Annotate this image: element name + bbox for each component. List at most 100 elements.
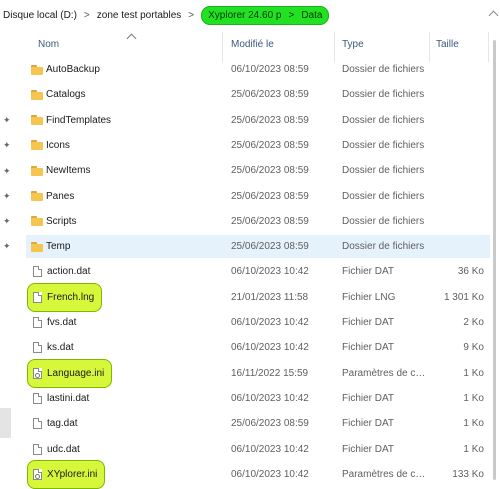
type-cell: Fichier DAT [342, 266, 395, 278]
list-item[interactable]: Icons 25/06/2023 08:59 Dossier de fichiers [26, 134, 490, 157]
column-header: Nom Modifié le Type Taille [26, 32, 490, 62]
file-name: Panes [31, 185, 74, 208]
type-cell: Dossier de fichiers [342, 64, 425, 75]
chevron-right-icon[interactable]: > [289, 10, 295, 21]
file-name: FindTemplates [31, 109, 111, 132]
column-modified-header[interactable]: Modifié le [231, 32, 274, 58]
file-name-label: French.lng [47, 291, 95, 303]
folder-icon [31, 140, 43, 151]
breadcrumb-item-drive[interactable]: Disque local (D:) [3, 10, 77, 21]
breadcrumb-highlight: Xyplorer 24.60 p > Data [201, 5, 330, 25]
name-cell: tag.dat [31, 412, 221, 435]
list-item[interactable]: AutoBackup 06/10/2023 08:59 Dossier de fic… [26, 58, 490, 81]
file-name: ks.dat [31, 336, 74, 359]
file-name-label: udc.dat [47, 443, 80, 455]
modified-cell: 06/10/2023 10:42 [231, 317, 309, 328]
name-cell: AutoBackup [31, 58, 221, 81]
name-cell: fvs.dat [31, 311, 221, 334]
list-item[interactable]: French.lng 21/01/2023 11:58 Fichier LNG 1 3… [26, 282, 490, 312]
column-name-header[interactable]: Nom [38, 32, 59, 58]
name-cell: udc.dat [31, 438, 221, 461]
list-item[interactable]: XYplorer.ini 06/10/2023 10:42 Paramètres d… [26, 459, 490, 489]
chevron-right-icon[interactable]: > [84, 10, 90, 21]
column-size-header[interactable]: Taille [436, 32, 459, 58]
breadcrumb-item-xyplorer[interactable]: Xyplorer 24.60 p [208, 10, 281, 21]
list-item[interactable]: Panes 25/06/2023 08:59 Dossier de fichiers [26, 185, 490, 208]
file-name-label: FindTemplates [46, 114, 112, 126]
nav-selection-shade [0, 408, 11, 438]
modified-cell: 06/10/2023 10:42 [231, 443, 309, 455]
modified-cell: 25/06/2023 08:59 [231, 114, 309, 126]
address-breadcrumb: Disque local (D:) > zone test portables … [0, 0, 500, 30]
name-cell: French.lng [27, 282, 221, 312]
column-type-header[interactable]: Type [342, 32, 364, 58]
type-cell: Dossier de fichiers [342, 190, 425, 202]
list-item[interactable]: udc.dat 06/10/2023 10:42 Fichier DAT 1 Ko [26, 438, 490, 461]
file-name-label: NewItems [46, 165, 91, 177]
file-name-label: XYplorer.ini [47, 468, 98, 480]
modified-cell: 06/10/2023 10:42 [231, 468, 309, 480]
modified-cell: 21/01/2023 11:58 [231, 291, 309, 303]
file-name-label: action.dat [47, 266, 91, 278]
file-name-label: Catalogs [46, 89, 86, 101]
file-icon [33, 291, 42, 303]
list-item[interactable]: Temp 25/06/2023 08:59 Dossier de fichiers [26, 235, 490, 259]
folder-icon [31, 115, 43, 126]
list-item[interactable]: Catalogs 25/06/2023 08:59 Dossier de fichi… [26, 83, 490, 106]
type-cell: Dossier de fichiers [342, 89, 425, 101]
list-item[interactable]: fvs.dat 06/10/2023 10:42 Fichier DAT 2 Ko [26, 311, 490, 334]
modified-cell: 06/10/2023 10:42 [231, 342, 309, 354]
type-cell: Dossier de fichiers [342, 215, 425, 227]
chevron-right-icon[interactable]: > [188, 10, 194, 21]
file-icon [33, 342, 42, 354]
folder-icon [31, 191, 43, 201]
vertical-scrollbar[interactable] [490, 30, 500, 486]
file-name-label: Panes [46, 190, 75, 202]
list-item[interactable]: NewItems 25/06/2023 08:59 Dossier de fichi… [26, 159, 490, 182]
type-cell: Dossier de fichiers [342, 139, 425, 151]
modified-cell: 25/06/2023 08:59 [231, 89, 309, 101]
breadcrumb-item-data[interactable]: Data [301, 10, 322, 21]
list-item[interactable]: ks.dat 06/10/2023 10:42 Fichier DAT 9 Ko [26, 336, 490, 359]
file-name: Catalogs [31, 83, 85, 106]
scrollbar-thumb[interactable] [493, 40, 496, 480]
pin-icon: ✦ [3, 241, 11, 251]
name-cell: Temp [31, 235, 221, 258]
file-name: udc.dat [31, 438, 80, 461]
settings-file-icon [33, 468, 42, 480]
name-cell: Icons [31, 134, 221, 157]
modified-cell: 06/10/2023 10:42 [231, 266, 309, 278]
file-icon [33, 266, 42, 278]
file-name-label: AutoBackup [46, 64, 100, 75]
file-name-label: Scripts [46, 215, 77, 227]
file-name-label: ks.dat [47, 342, 74, 354]
file-name-label: tag.dat [47, 418, 78, 430]
list-item[interactable]: Scripts 25/06/2023 08:59 Dossier de fichie… [26, 210, 490, 233]
modified-cell: 25/06/2023 08:59 [231, 190, 309, 202]
list-item[interactable]: tag.dat 25/06/2023 08:59 Fichier DAT 1 Ko [26, 412, 490, 435]
breadcrumb-item-folder[interactable]: zone test portables [97, 10, 182, 21]
scroll-up-area[interactable] [488, 0, 500, 30]
file-name: Icons [31, 134, 70, 157]
size-cell: 1 Ko [463, 392, 484, 404]
name-cell: XYplorer.ini [27, 459, 221, 489]
highlighted-file-name: Language.ini [27, 358, 113, 388]
file-name-label: Icons [46, 139, 70, 151]
sort-ascending-icon [126, 33, 137, 44]
modified-cell: 25/06/2023 08:59 [231, 165, 309, 177]
modified-cell: 25/06/2023 08:59 [231, 418, 309, 430]
list-item[interactable]: action.dat 06/10/2023 10:42 Fichier DAT 36 … [26, 260, 490, 283]
file-name: tag.dat [31, 412, 78, 435]
size-cell: 1 Ko [463, 367, 484, 379]
file-name-label: lastini.dat [47, 392, 90, 404]
list-item[interactable]: lastini.dat 06/10/2023 10:42 Fichier DAT 1 … [26, 387, 490, 410]
type-cell: Fichier DAT [342, 443, 395, 455]
name-cell: Catalogs [31, 83, 221, 106]
navigation-pane-edge: ✦ ✦ ✦ ✦ ✦ ✦ [0, 30, 14, 486]
file-name: Temp [31, 235, 70, 258]
list-item[interactable]: FindTemplates 25/06/2023 08:59 Dossier de … [26, 109, 490, 132]
type-cell: Fichier DAT [342, 342, 395, 354]
list-item[interactable]: Language.ini 16/11/2022 15:59 Paramètres d… [26, 358, 490, 388]
pin-icon: ✦ [3, 140, 11, 150]
pin-icon: ✦ [3, 115, 11, 125]
